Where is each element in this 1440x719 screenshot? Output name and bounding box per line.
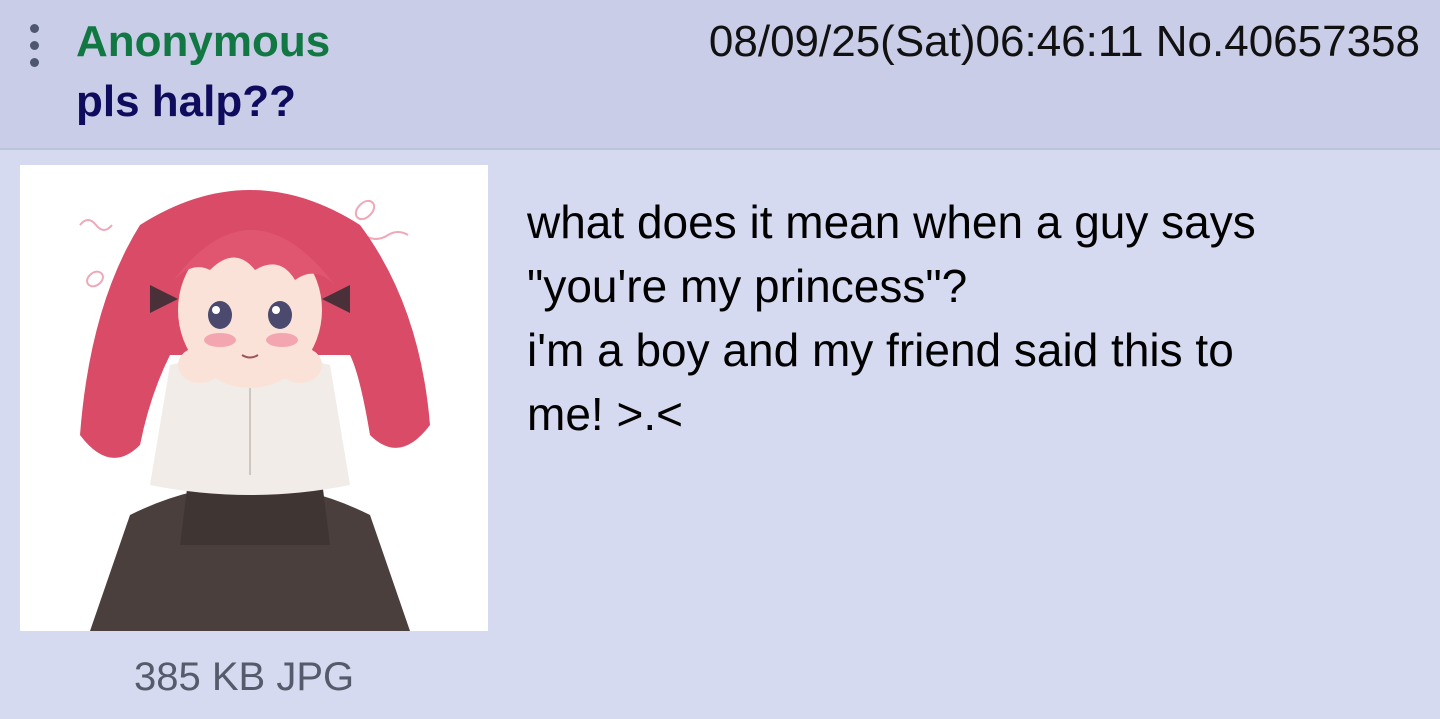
post-body: what does it mean when a guy says "you'r… xyxy=(527,190,1407,446)
anime-girl-illustration xyxy=(20,165,488,631)
post-body-line: "you're my princess"? xyxy=(527,260,968,312)
more-vertical-icon[interactable] xyxy=(24,22,44,70)
post-body-line: what does it mean when a guy says xyxy=(527,196,1256,248)
post-body-line: me! >.< xyxy=(527,388,683,440)
post-image-thumbnail[interactable] xyxy=(20,165,488,631)
author-name: Anonymous xyxy=(76,17,331,66)
post-body-line: i'm a boy and my friend said this to xyxy=(527,324,1234,376)
post-meta[interactable]: 08/09/25(Sat)06:46:11 No.40657358 xyxy=(709,14,1420,70)
post-container: Anonymous pls halp?? 08/09/25(Sat)06:46:… xyxy=(0,0,1440,719)
post-header: Anonymous pls halp?? 08/09/25(Sat)06:46:… xyxy=(0,0,1440,150)
file-info[interactable]: 385 KB JPG xyxy=(134,652,354,702)
post-subject: pls halp?? xyxy=(76,77,296,126)
